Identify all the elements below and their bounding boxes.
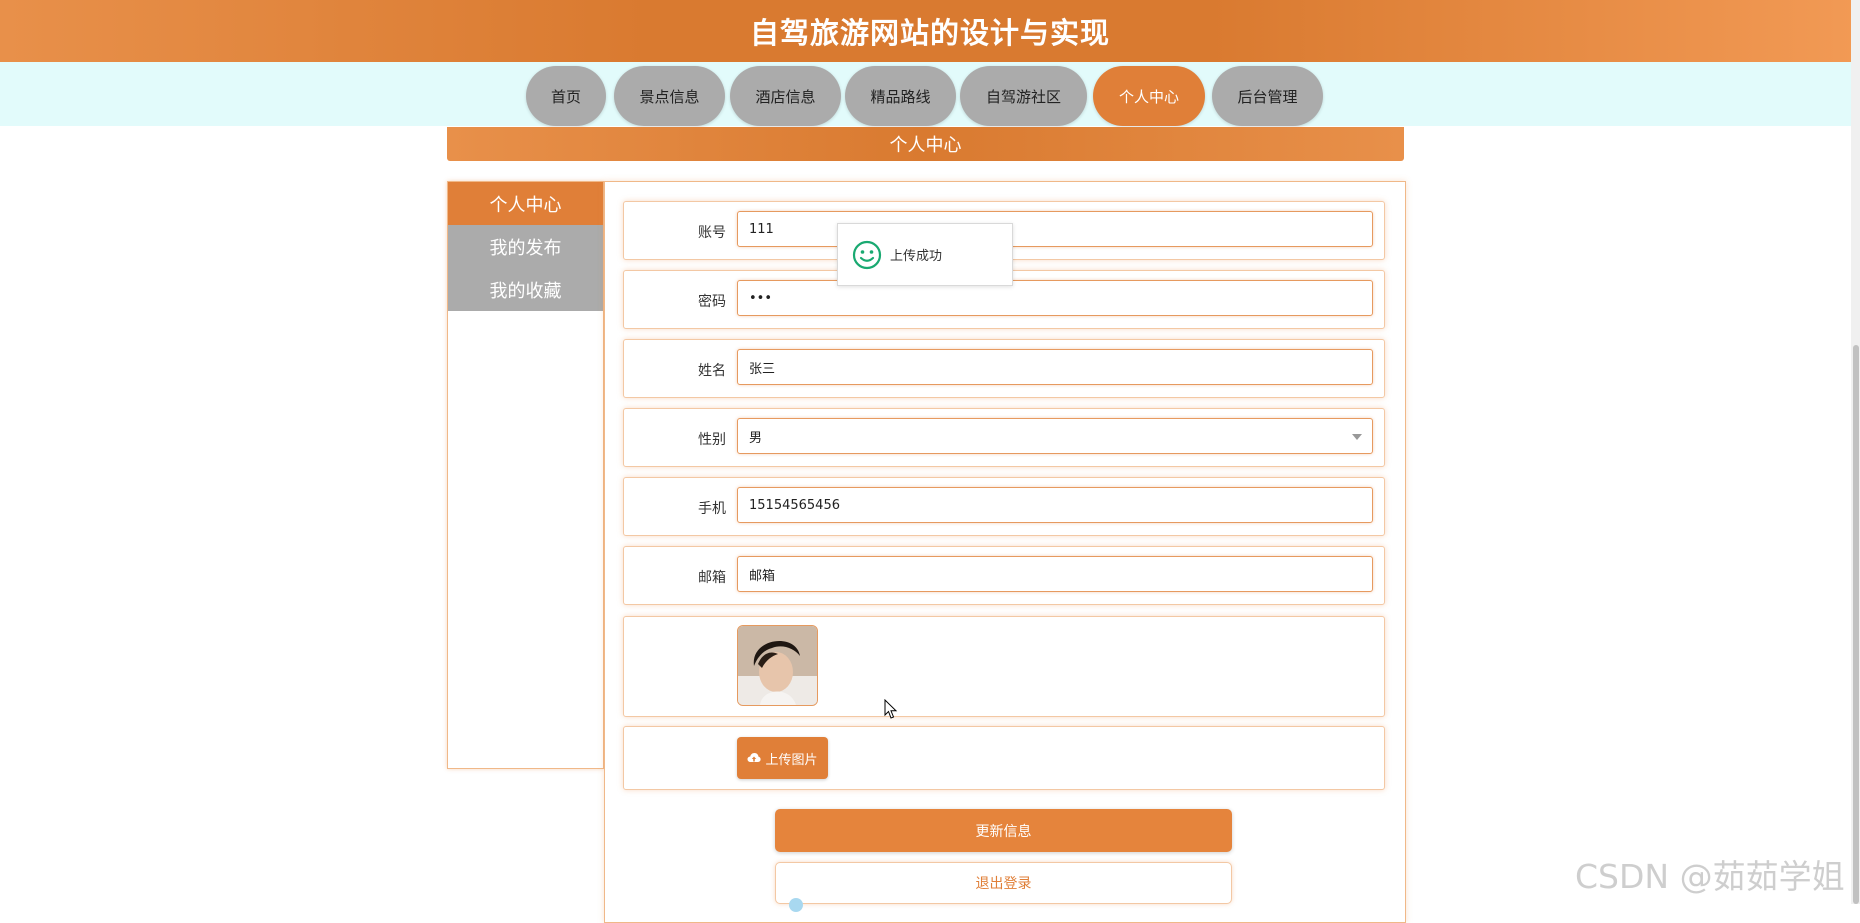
section-title: 个人中心 xyxy=(447,127,1404,161)
upload-success-toast: 上传成功 xyxy=(837,223,1013,286)
toast-message: 上传成功 xyxy=(890,249,943,264)
nav-item-home[interactable]: 首页 xyxy=(526,66,606,126)
main-nav: 首页 景点信息 酒店信息 精品路线 自驾游社区 个人中心 后台管理 xyxy=(0,62,1860,126)
phone-label: 手机 xyxy=(698,501,726,517)
nav-item-hotels[interactable]: 酒店信息 xyxy=(730,66,841,126)
name-row: 姓名 xyxy=(623,339,1385,398)
avatar xyxy=(737,625,818,706)
sidebar: 个人中心 我的发布 我的收藏 xyxy=(447,181,604,769)
gender-select[interactable]: 男 xyxy=(737,418,1373,454)
sidebar-item-personal-center[interactable]: 个人中心 xyxy=(448,182,603,225)
site-title: 自驾旅游网站的设计与实现 xyxy=(749,16,1110,50)
account-label: 账号 xyxy=(698,225,726,241)
mouse-cursor-icon xyxy=(884,699,898,719)
password-field[interactable] xyxy=(737,280,1373,316)
password-label: 密码 xyxy=(698,294,726,310)
chevron-down-icon xyxy=(1352,434,1362,440)
nav-item-admin[interactable]: 后台管理 xyxy=(1212,66,1323,126)
gender-row: 性别 男 xyxy=(623,408,1385,467)
phone-row: 手机 xyxy=(623,477,1385,536)
upload-image-label: 上传图片 xyxy=(765,752,818,768)
nav-item-attractions[interactable]: 景点信息 xyxy=(614,66,725,126)
scrollbar-thumb[interactable] xyxy=(1853,345,1859,904)
cloud-upload-icon xyxy=(747,753,762,762)
email-row: 邮箱 xyxy=(623,546,1385,605)
sidebar-item-my-favorites[interactable]: 我的收藏 xyxy=(448,268,603,311)
account-field[interactable] xyxy=(737,211,1373,247)
name-field[interactable] xyxy=(737,349,1373,385)
logout-button[interactable]: 退出登录 xyxy=(775,862,1232,904)
watermark: CSDN @茹茹学姐 xyxy=(1575,857,1845,896)
floating-dot xyxy=(789,898,803,912)
phone-field[interactable] xyxy=(737,487,1373,523)
name-label: 姓名 xyxy=(698,363,726,379)
nav-item-personal-center[interactable]: 个人中心 xyxy=(1093,66,1205,126)
site-header: 自驾旅游网站的设计与实现 xyxy=(0,0,1860,62)
gender-label: 性别 xyxy=(698,432,726,448)
nav-item-community[interactable]: 自驾游社区 xyxy=(960,66,1087,126)
avatar-photo xyxy=(738,626,817,705)
smile-icon xyxy=(852,240,882,269)
email-label: 邮箱 xyxy=(698,570,726,586)
nav-item-routes[interactable]: 精品路线 xyxy=(845,66,956,126)
gender-value: 男 xyxy=(749,430,763,446)
upload-row: 上传图片 xyxy=(623,726,1385,790)
email-field[interactable] xyxy=(737,556,1373,592)
sidebar-item-my-posts[interactable]: 我的发布 xyxy=(448,225,603,268)
update-info-button[interactable]: 更新信息 xyxy=(775,809,1232,852)
avatar-row xyxy=(623,616,1385,717)
upload-image-button[interactable]: 上传图片 xyxy=(737,737,828,779)
